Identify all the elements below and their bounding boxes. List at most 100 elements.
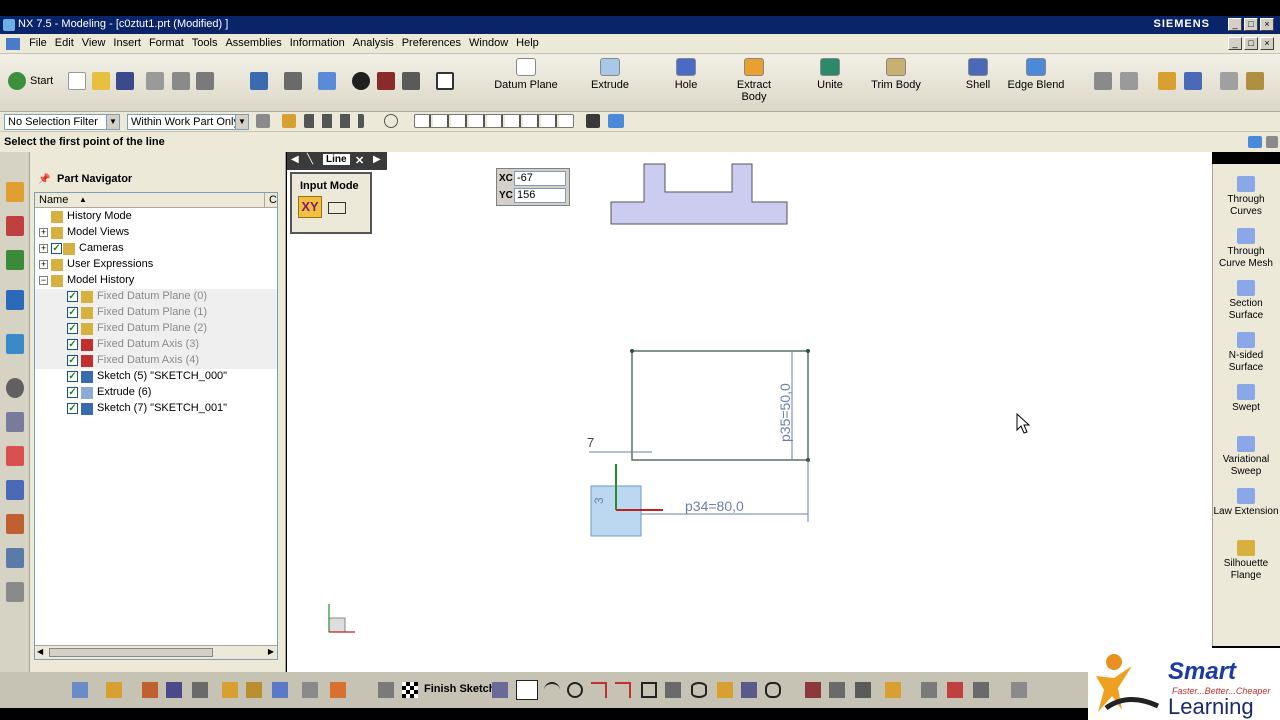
part-navigator-icon[interactable] [6, 250, 24, 270]
roles-icon[interactable] [6, 514, 24, 534]
selection-options-icon[interactable] [304, 114, 364, 128]
tree-row[interactable]: ✓ Fixed Datum Plane (0) [35, 289, 277, 305]
coordinate-mode-button[interactable]: XY [298, 196, 322, 218]
menu-window[interactable]: Window [465, 34, 512, 52]
close-icon[interactable]: ✕ [355, 154, 364, 167]
column-header-c[interactable]: C [265, 193, 277, 208]
sketch-canvas[interactable]: p35=50,0 p34=80,0 7 3 [287, 152, 1212, 672]
reference-icon[interactable] [272, 682, 288, 698]
measure-icon[interactable] [1158, 72, 1176, 90]
dimension-p35[interactable]: p35=50,0 [777, 383, 793, 442]
law-extension-button[interactable]: Law Extension [1213, 488, 1279, 518]
sketch-point[interactable] [806, 349, 810, 353]
finish-sketch-icon[interactable] [402, 682, 418, 698]
menu-analysis[interactable]: Analysis [349, 34, 398, 52]
menu-help[interactable]: Help [512, 34, 543, 52]
scroll-right-icon[interactable]: ▶ [268, 647, 274, 656]
menu-format[interactable]: Format [145, 34, 188, 52]
variational-sweep-button[interactable]: Variational Sweep [1213, 436, 1279, 478]
visibility-checkbox[interactable]: ✓ [67, 371, 78, 382]
system-materials-icon[interactable] [6, 412, 24, 432]
tree-row[interactable]: + Model Views [35, 225, 277, 241]
menu-insert[interactable]: Insert [109, 34, 145, 52]
menu-tools[interactable]: Tools [188, 34, 222, 52]
menu-edit[interactable]: Edit [51, 34, 78, 52]
extract-body-button[interactable]: Extract Body [720, 58, 788, 103]
unite-button[interactable]: Unite [796, 58, 864, 91]
auto-constrain-icon[interactable] [166, 682, 182, 698]
tree-row[interactable]: ✓ Sketch (5) "SKETCH_000" [35, 369, 277, 385]
chamfer-icon[interactable] [615, 682, 631, 698]
graphics-window[interactable]: p35=50,0 p34=80,0 7 3 [287, 152, 1212, 672]
quick-extend-icon[interactable] [829, 682, 845, 698]
process-studio-icon[interactable] [6, 446, 24, 466]
expand-icon[interactable]: + [39, 244, 48, 253]
section-surface-button[interactable]: Section Surface [1213, 280, 1279, 322]
tree-row[interactable]: ✓ Fixed Datum Plane (1) [35, 305, 277, 321]
through-curves-button[interactable]: Through Curves [1213, 176, 1279, 218]
profile-icon[interactable] [492, 682, 508, 698]
constraints-icon[interactable] [885, 682, 901, 698]
doc-restore-button[interactable]: □ [1244, 37, 1258, 50]
project-icon[interactable] [330, 682, 346, 698]
chevron-right-icon[interactable]: ▶ [373, 154, 381, 165]
animate-dimension-icon[interactable] [973, 682, 989, 698]
menu-file[interactable]: File [25, 34, 51, 52]
menu-view[interactable]: View [78, 34, 110, 52]
xc-input[interactable]: -67 [514, 171, 566, 186]
open-folder-icon[interactable] [92, 72, 110, 90]
snap-point-toolbar[interactable] [414, 114, 574, 128]
expand-icon[interactable]: + [39, 228, 48, 237]
alternate-solution-icon[interactable] [246, 682, 262, 698]
visibility-checkbox[interactable]: ✓ [67, 403, 78, 414]
show-constraints-icon[interactable] [192, 682, 208, 698]
visibility-checkbox[interactable]: ✓ [67, 339, 78, 350]
doc-close-button[interactable]: × [1260, 37, 1274, 50]
tape-icon[interactable] [1246, 72, 1264, 90]
orient-sketch-icon[interactable] [378, 682, 394, 698]
new-file-icon[interactable] [68, 72, 86, 90]
selection-filter-combo[interactable]: No Selection Filter ▼ [4, 114, 120, 130]
tree-row[interactable]: + User Expressions [35, 257, 277, 273]
doc-minimize-button[interactable]: _ [1228, 37, 1242, 50]
offset-icon[interactable] [302, 682, 318, 698]
circle-icon[interactable] [567, 682, 583, 698]
grid-icon[interactable] [1266, 136, 1278, 148]
ruler-icon[interactable] [1220, 72, 1238, 90]
move-face-icon[interactable] [1120, 72, 1138, 90]
hole-button[interactable]: Hole [652, 58, 720, 91]
reuse-library-icon[interactable] [6, 290, 24, 310]
pin-icon[interactable]: 📌 [38, 174, 50, 185]
snap-point-icon[interactable] [282, 114, 296, 128]
cut-icon[interactable] [146, 72, 164, 90]
menu-preferences[interactable]: Preferences [398, 34, 465, 52]
trim-body-button[interactable]: Trim Body [862, 58, 930, 91]
hide-icon[interactable] [402, 72, 420, 90]
edge-blend-button[interactable]: Edge Blend [1002, 58, 1070, 91]
chevron-left-icon[interactable]: ◀ [291, 154, 299, 165]
dimension-7[interactable]: 7 [587, 435, 594, 450]
datum-plane-button[interactable]: Datum Plane [492, 58, 560, 91]
through-curve-mesh-button[interactable]: Through Curve Mesh [1213, 228, 1279, 270]
menu-assemblies[interactable]: Assemblies [221, 34, 285, 52]
render-style-icon[interactable] [352, 72, 370, 90]
parameter-mode-icon[interactable] [328, 202, 346, 214]
tree-row[interactable]: + ✓ Cameras [35, 241, 277, 257]
collapse-icon[interactable]: − [39, 276, 48, 285]
arc-icon[interactable] [544, 682, 560, 698]
system-scenes-icon[interactable] [6, 548, 24, 568]
scroll-left-icon[interactable]: ◀ [37, 647, 43, 656]
auto-dimension-icon[interactable] [921, 682, 937, 698]
web-browser-icon[interactable] [6, 334, 24, 354]
visibility-checkbox[interactable]: ✓ [67, 323, 78, 334]
ellipse-icon[interactable] [691, 682, 707, 698]
column-header-name[interactable]: Name ▲ [35, 193, 265, 208]
dimension-3[interactable]: 3 [592, 497, 606, 504]
line-tool-button[interactable] [516, 680, 538, 700]
extruded-body-face[interactable] [610, 163, 788, 225]
inferred-dimension-icon[interactable] [947, 682, 963, 698]
assembly-navigator-icon[interactable] [6, 182, 24, 202]
sync-icon[interactable] [1094, 72, 1112, 90]
dimension-p34[interactable]: p34=80,0 [685, 498, 744, 514]
visibility-checkbox[interactable]: ✓ [67, 291, 78, 302]
